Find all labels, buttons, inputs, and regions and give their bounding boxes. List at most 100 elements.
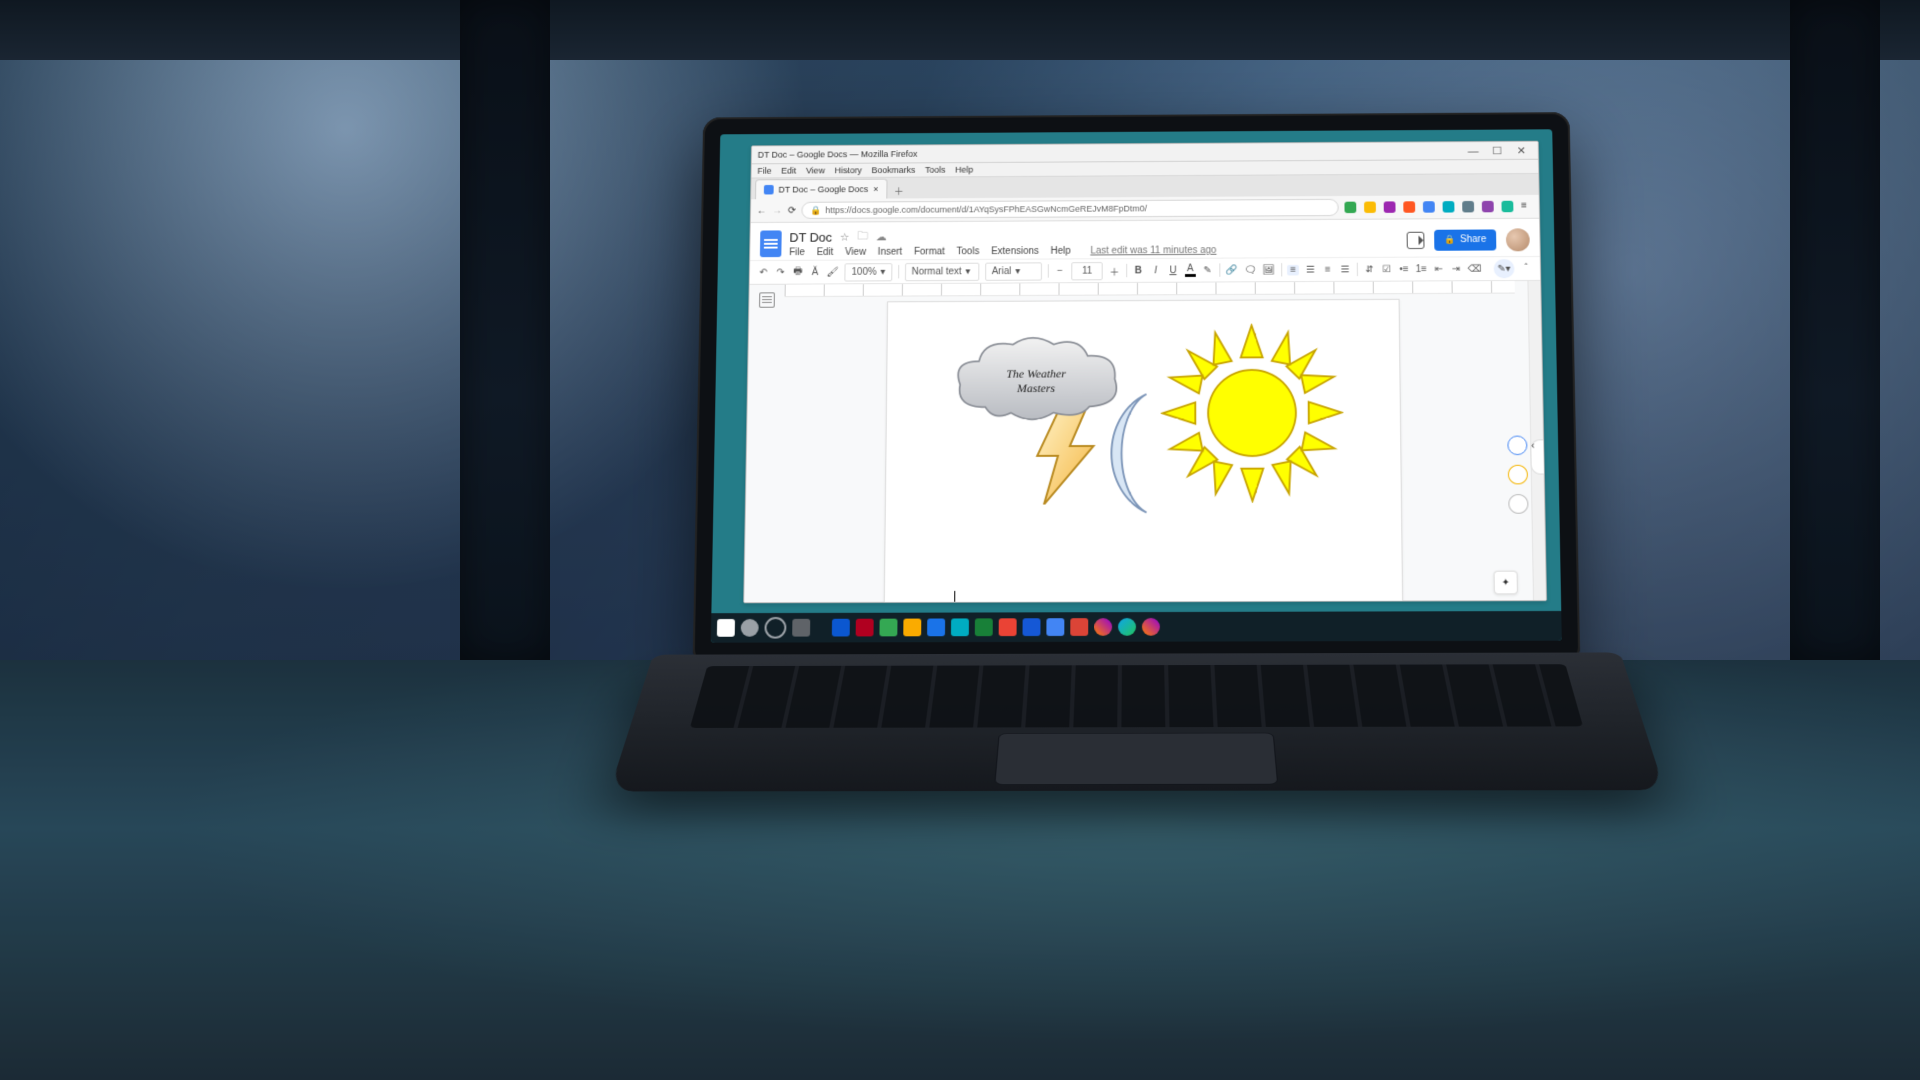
ff-menu-tools[interactable]: Tools xyxy=(925,165,946,175)
ff-menu-file[interactable]: File xyxy=(757,166,771,176)
align-center-button[interactable]: ☰ xyxy=(1305,264,1317,275)
undo-button[interactable]: ↶ xyxy=(758,267,770,278)
taskbar-app-icon[interactable] xyxy=(999,618,1017,636)
gdoc-menu-help[interactable]: Help xyxy=(1051,246,1071,257)
ext-icon[interactable] xyxy=(1364,202,1376,213)
task-view-button[interactable] xyxy=(792,619,810,637)
increase-font-button[interactable]: ＋ xyxy=(1109,263,1120,277)
highlight-button[interactable]: ✎ xyxy=(1202,265,1213,276)
ext-icon[interactable] xyxy=(1344,202,1356,213)
taskbar-app-icon[interactable] xyxy=(951,618,969,636)
numbered-list-button[interactable]: 1≡ xyxy=(1416,264,1428,275)
taskbar-app-icon[interactable] xyxy=(879,619,897,637)
ff-menu-view[interactable]: View xyxy=(806,166,825,176)
suggest-edit-icon[interactable] xyxy=(1508,494,1528,514)
show-outline-button[interactable] xyxy=(759,292,775,307)
print-button[interactable]: 🖶 xyxy=(792,264,804,280)
text-color-button[interactable]: A xyxy=(1185,264,1196,277)
document-canvas[interactable]: The Weather Masters xyxy=(780,281,1507,602)
add-emoji-icon[interactable] xyxy=(1508,465,1528,485)
cloud-shape[interactable]: The Weather Masters xyxy=(947,336,1124,428)
font-select[interactable]: Arial▾ xyxy=(985,262,1042,280)
ext-icon[interactable] xyxy=(1501,201,1513,213)
search-button[interactable] xyxy=(741,619,759,637)
last-edit-link[interactable]: Last edit was 11 minutes ago xyxy=(1090,245,1216,256)
spellcheck-button[interactable]: Ă xyxy=(809,267,821,278)
windows-taskbar[interactable] xyxy=(711,611,1562,643)
taskbar-app-icon[interactable] xyxy=(1118,618,1136,636)
gdoc-menu-file[interactable]: File xyxy=(789,247,805,258)
ff-menu-help[interactable]: Help xyxy=(955,165,973,175)
ext-icon[interactable] xyxy=(1462,201,1474,212)
ext-icon[interactable] xyxy=(1482,201,1494,212)
insert-image-button[interactable]: 🖼 xyxy=(1262,265,1275,276)
doc-title[interactable]: DT Doc xyxy=(789,230,832,244)
ff-menu-edit[interactable]: Edit xyxy=(781,166,796,176)
ff-menu-history[interactable]: History xyxy=(834,166,861,176)
paragraph-style-select[interactable]: Normal text▾ xyxy=(905,262,979,281)
meet-icon[interactable] xyxy=(1407,231,1425,248)
firefox-menu-button[interactable]: ≡ xyxy=(1521,201,1533,213)
align-justify-button[interactable]: ☰ xyxy=(1339,264,1351,275)
forward-button[interactable]: → xyxy=(772,205,782,215)
explore-button[interactable]: ✦ xyxy=(1494,571,1518,595)
align-right-button[interactable]: ≡ xyxy=(1322,264,1334,275)
taskbar-app-icon[interactable] xyxy=(1142,618,1160,636)
gdoc-menu-extensions[interactable]: Extensions xyxy=(991,246,1039,257)
italic-button[interactable]: I xyxy=(1150,265,1161,276)
align-left-button[interactable]: ≡ xyxy=(1287,264,1299,275)
sun-shape[interactable] xyxy=(1160,323,1344,503)
checklist-button[interactable]: ☑ xyxy=(1381,264,1393,275)
taskbar-app-icon[interactable] xyxy=(1094,618,1112,636)
hide-menus-button[interactable]: ˆ xyxy=(1520,263,1532,274)
ff-menu-bookmarks[interactable]: Bookmarks xyxy=(871,165,915,175)
editing-mode-button[interactable]: ✎▾ xyxy=(1493,259,1515,278)
browser-tab-active[interactable]: DT Doc – Google Docs × xyxy=(755,179,887,200)
start-button[interactable] xyxy=(717,619,735,637)
redo-button[interactable]: ↷ xyxy=(775,267,787,278)
gdoc-menu-insert[interactable]: Insert xyxy=(878,247,903,258)
move-icon[interactable]: 🗀 xyxy=(857,228,868,246)
increase-indent-button[interactable]: ⇥ xyxy=(1450,264,1462,275)
add-comment-button[interactable]: 🗨 xyxy=(1244,265,1257,276)
star-icon[interactable]: ☆ xyxy=(840,231,850,243)
taskbar-app-icon[interactable] xyxy=(927,618,945,636)
ext-icon[interactable] xyxy=(1384,201,1396,212)
share-button[interactable]: 🔒 Share xyxy=(1434,229,1496,250)
add-comment-icon[interactable] xyxy=(1507,436,1527,456)
ext-icon[interactable] xyxy=(1423,201,1435,212)
ext-icon[interactable] xyxy=(1403,201,1415,212)
url-bar[interactable]: 🔒 https://docs.google.com/document/d/1AY… xyxy=(802,199,1339,219)
taskbar-app-icon[interactable] xyxy=(903,619,921,637)
font-size-input[interactable]: 11 xyxy=(1071,262,1102,280)
new-tab-button[interactable]: ＋ xyxy=(889,181,909,198)
line-spacing-button[interactable]: ⇵ xyxy=(1363,264,1375,275)
gdoc-menu-edit[interactable]: Edit xyxy=(817,247,834,258)
underline-button[interactable]: U xyxy=(1167,265,1178,276)
insert-link-button[interactable]: 🔗 xyxy=(1226,265,1238,276)
back-button[interactable]: ← xyxy=(757,205,767,215)
minimize-button[interactable]: — xyxy=(1462,145,1484,157)
taskbar-app-icon[interactable] xyxy=(856,619,874,637)
ext-icon[interactable] xyxy=(1443,201,1455,212)
taskbar-app-icon[interactable] xyxy=(832,619,850,637)
paint-format-button[interactable]: 🖌 xyxy=(826,267,839,278)
cortana-button[interactable] xyxy=(764,617,786,639)
tab-close-icon[interactable]: × xyxy=(873,184,878,193)
taskbar-app-icon[interactable] xyxy=(1023,618,1041,636)
show-side-panel-button[interactable]: ‹ xyxy=(1530,439,1544,474)
maximize-button[interactable]: ☐ xyxy=(1486,144,1508,156)
zoom-select[interactable]: 100%▾ xyxy=(845,263,893,281)
decrease-font-button[interactable]: − xyxy=(1054,266,1065,277)
bold-button[interactable]: B xyxy=(1133,265,1144,276)
reload-button[interactable]: ⟳ xyxy=(788,205,796,215)
docs-logo-icon[interactable] xyxy=(760,230,782,257)
taskbar-app-icon[interactable] xyxy=(1046,618,1064,636)
taskbar-app-icon[interactable] xyxy=(1070,618,1088,636)
decrease-indent-button[interactable]: ⇤ xyxy=(1433,264,1445,275)
gdoc-menu-view[interactable]: View xyxy=(845,247,866,258)
gdoc-menu-tools[interactable]: Tools xyxy=(957,246,980,257)
account-avatar[interactable] xyxy=(1506,228,1530,251)
bulleted-list-button[interactable]: •≡ xyxy=(1398,264,1410,275)
gdoc-menu-format[interactable]: Format xyxy=(914,247,945,258)
